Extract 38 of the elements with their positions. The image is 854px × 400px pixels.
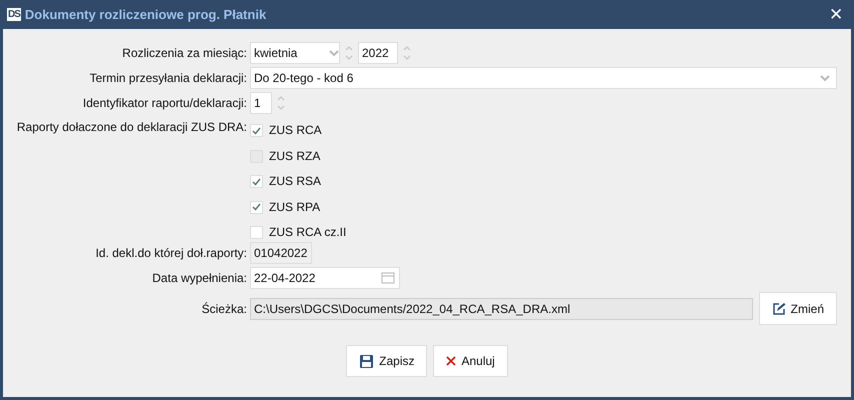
edit-icon bbox=[772, 302, 786, 316]
app-logo: DS bbox=[7, 8, 21, 21]
close-icon bbox=[446, 356, 456, 366]
cancel-button[interactable]: Anuluj bbox=[433, 345, 508, 377]
field-label: Raporty dołaczone do deklaracji ZUS DRA: bbox=[16, 119, 247, 136]
chevron-down-icon[interactable] bbox=[820, 74, 830, 82]
checkbox[interactable] bbox=[250, 226, 263, 239]
checkbox-label: ZUS RPA bbox=[269, 200, 320, 214]
field-label: Data wypełnienia: bbox=[151, 270, 247, 287]
checkbox-label: ZUS RSA bbox=[269, 174, 322, 188]
checkbox-label: ZUS RCA cz.II bbox=[269, 225, 346, 239]
spinner-icon[interactable] bbox=[402, 43, 412, 63]
checkbox[interactable] bbox=[250, 175, 263, 188]
chevron-down-icon[interactable] bbox=[329, 49, 339, 57]
declaration-id-field[interactable]: 01042022 bbox=[250, 242, 312, 264]
identifier-field[interactable]: 1 bbox=[250, 92, 272, 114]
field-label: Ścieżka: bbox=[200, 300, 247, 318]
save-button[interactable]: Zapisz bbox=[346, 345, 428, 377]
month-select[interactable]: kwietnia bbox=[250, 42, 340, 64]
close-button[interactable]: ✕ bbox=[821, 3, 851, 26]
checkbox-label: ZUS RZA bbox=[269, 148, 320, 162]
change-button[interactable]: Zmień bbox=[758, 292, 837, 325]
window-title: Dokumenty rozliczeniowe prog. Płatnik bbox=[24, 7, 268, 22]
spinner-icon[interactable] bbox=[344, 43, 354, 63]
field-label: Identyfikator raportu/deklaracji: bbox=[82, 95, 247, 112]
field-label: Rozliczenia za miesiąc: bbox=[121, 45, 247, 62]
save-icon bbox=[359, 354, 374, 368]
calendar-icon[interactable] bbox=[381, 272, 395, 284]
spinner-icon[interactable] bbox=[276, 93, 286, 113]
checkbox[interactable] bbox=[250, 124, 263, 137]
field-label: Termin przesyłania deklaracji: bbox=[88, 70, 247, 87]
checkbox[interactable] bbox=[250, 200, 263, 214]
date-field[interactable]: 22-04-2022 bbox=[250, 267, 400, 289]
deadline-select[interactable]: Do 20-tego - kod 6 bbox=[250, 67, 837, 89]
field-label: Id. dekl.do której doł.raporty: bbox=[94, 245, 247, 262]
path-field[interactable]: C:\Users\DGCS\Documents/2022_04_RCA_RSA_DRA.xml bbox=[250, 298, 753, 320]
year-field[interactable]: 2022 bbox=[358, 42, 398, 64]
checkbox-label: ZUS RCA bbox=[269, 123, 322, 137]
